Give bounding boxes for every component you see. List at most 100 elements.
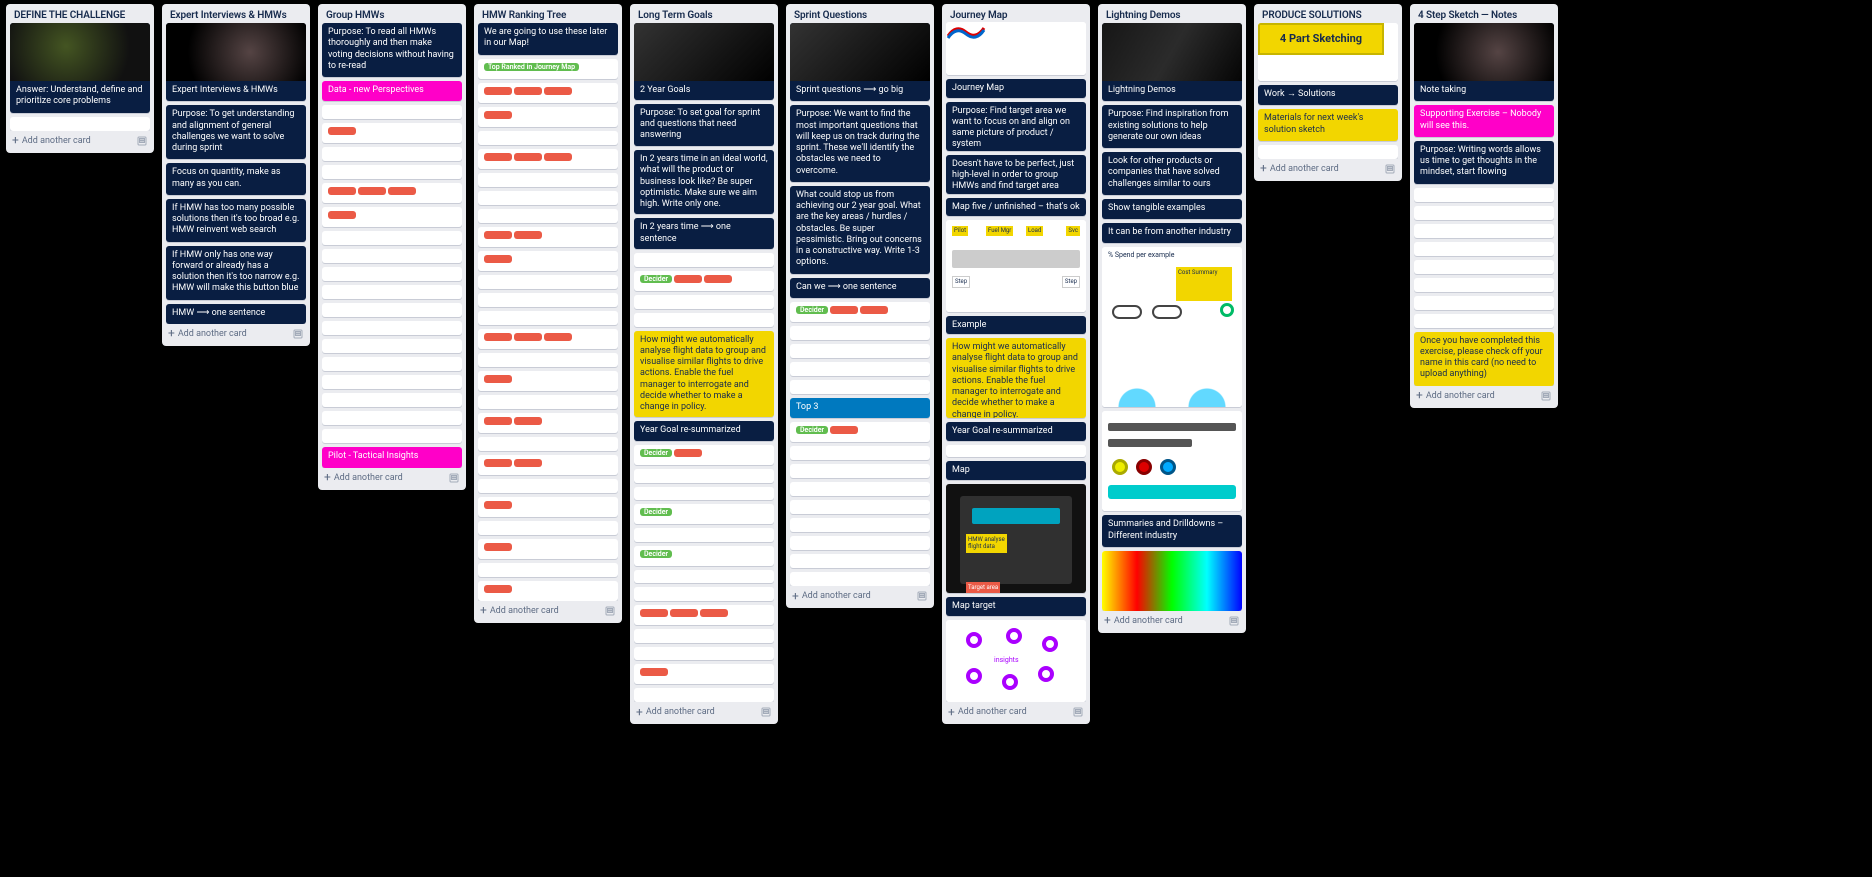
card[interactable]: Look for other products or companies tha… bbox=[1102, 152, 1242, 195]
add-card-button[interactable]: +Add another card bbox=[1416, 391, 1495, 401]
card[interactable]: Map five / unfinished – that's ok bbox=[946, 198, 1086, 216]
card[interactable] bbox=[478, 227, 618, 247]
card[interactable] bbox=[790, 380, 930, 394]
card[interactable] bbox=[1414, 278, 1554, 292]
card[interactable] bbox=[634, 295, 774, 309]
card[interactable] bbox=[478, 251, 618, 271]
card[interactable] bbox=[634, 647, 774, 661]
card[interactable] bbox=[10, 117, 150, 131]
list-title[interactable]: Group HMWs bbox=[318, 4, 466, 23]
card[interactable] bbox=[478, 497, 618, 517]
card[interactable]: In 2 years time in an ideal world, what … bbox=[634, 150, 774, 214]
card[interactable] bbox=[634, 528, 774, 542]
add-card-button[interactable]: +Add another card bbox=[324, 473, 403, 483]
card[interactable]: How might we automatically analyse fligh… bbox=[634, 331, 774, 417]
card[interactable]: insights bbox=[946, 620, 1086, 702]
card[interactable]: Data - new Perspectives bbox=[322, 81, 462, 101]
add-card-button[interactable]: +Add another card bbox=[1104, 616, 1183, 626]
card[interactable]: Answer: Understand, define and prioritiz… bbox=[10, 23, 150, 113]
card[interactable]: Top 3 bbox=[790, 398, 930, 418]
card[interactable] bbox=[790, 344, 930, 358]
card[interactable] bbox=[478, 83, 618, 103]
card[interactable] bbox=[634, 487, 774, 501]
card[interactable]: Year Goal re-summarized bbox=[634, 421, 774, 441]
card[interactable] bbox=[1258, 145, 1398, 159]
card[interactable]: Purpose: Writing words allows us time to… bbox=[1414, 141, 1554, 184]
card[interactable] bbox=[478, 413, 618, 433]
list-title[interactable]: Lightning Demos bbox=[1098, 4, 1246, 23]
card[interactable] bbox=[634, 587, 774, 601]
card[interactable]: Purpose: To get understanding and alignm… bbox=[166, 105, 306, 159]
card[interactable] bbox=[790, 536, 930, 550]
card[interactable] bbox=[790, 362, 930, 376]
card[interactable] bbox=[322, 267, 462, 281]
card[interactable] bbox=[322, 231, 462, 245]
card[interactable] bbox=[634, 664, 774, 684]
card[interactable]: We are going to use these later in our M… bbox=[478, 23, 618, 55]
card[interactable] bbox=[478, 539, 618, 559]
card[interactable]: Decider bbox=[790, 302, 930, 322]
card[interactable]: Purpose: We want to find the most import… bbox=[790, 105, 930, 182]
list-title[interactable]: Expert Interviews & HMWs bbox=[162, 4, 310, 23]
card[interactable] bbox=[478, 311, 618, 325]
card[interactable]: Note taking bbox=[1414, 23, 1554, 101]
card[interactable] bbox=[322, 249, 462, 263]
card[interactable] bbox=[322, 207, 462, 227]
card[interactable] bbox=[322, 339, 462, 353]
add-card-button[interactable]: +Add another card bbox=[948, 707, 1027, 717]
card[interactable] bbox=[322, 285, 462, 299]
card[interactable] bbox=[478, 131, 618, 145]
card[interactable]: Decider bbox=[634, 504, 774, 524]
card-template-icon[interactable] bbox=[604, 605, 616, 617]
card[interactable] bbox=[322, 321, 462, 335]
card[interactable]: Sprint questions ⟶ go big bbox=[790, 23, 930, 101]
list[interactable]: Group HMWsPurpose: To read all HMWs thor… bbox=[318, 4, 466, 490]
card[interactable]: Purpose: Find inspiration from existing … bbox=[1102, 105, 1242, 148]
card[interactable] bbox=[322, 123, 462, 143]
card[interactable] bbox=[478, 371, 618, 391]
list-title[interactable]: HMW Ranking Tree bbox=[474, 4, 622, 23]
card[interactable]: Work → Solutions bbox=[1258, 85, 1398, 105]
add-card-button[interactable]: +Add another card bbox=[636, 707, 715, 717]
card[interactable] bbox=[634, 570, 774, 584]
card[interactable] bbox=[634, 629, 774, 643]
list[interactable]: PRODUCE SOLUTIONS4 Part SketchingWork → … bbox=[1254, 4, 1402, 181]
card[interactable]: Top Ranked in Journey Map bbox=[478, 59, 618, 79]
card[interactable] bbox=[478, 353, 618, 367]
card[interactable] bbox=[1414, 224, 1554, 238]
card[interactable] bbox=[790, 446, 930, 460]
card[interactable] bbox=[478, 107, 618, 127]
add-card-button[interactable]: +Add another card bbox=[480, 606, 559, 616]
card-template-icon[interactable] bbox=[292, 328, 304, 340]
card[interactable]: Purpose: Find target area we want to foc… bbox=[946, 102, 1086, 151]
card[interactable]: Decider bbox=[634, 271, 774, 291]
card[interactable] bbox=[478, 563, 618, 577]
card-template-icon[interactable] bbox=[1540, 390, 1552, 402]
card-template-icon[interactable] bbox=[136, 135, 148, 147]
add-card-button[interactable]: +Add another card bbox=[1260, 164, 1339, 174]
list[interactable]: HMW Ranking TreeWe are going to use thes… bbox=[474, 4, 622, 623]
card[interactable] bbox=[1102, 411, 1242, 511]
card[interactable]: Example bbox=[946, 316, 1086, 334]
list-title[interactable]: 4 Step Sketch — Notes bbox=[1410, 4, 1558, 23]
list[interactable]: Lightning DemosLightning DemosPurpose: F… bbox=[1098, 4, 1246, 633]
card[interactable]: Doesn't have to be perfect, just high-le… bbox=[946, 155, 1086, 194]
card-template-icon[interactable] bbox=[760, 706, 772, 718]
card[interactable] bbox=[1414, 296, 1554, 310]
card[interactable] bbox=[478, 581, 618, 601]
card[interactable]: Map target bbox=[946, 597, 1086, 615]
card[interactable] bbox=[322, 165, 462, 179]
card[interactable]: HMW analyseflight dataTarget area bbox=[946, 484, 1086, 594]
card[interactable]: Once you have completed this exercise, p… bbox=[1414, 332, 1554, 386]
card[interactable]: Supporting Exercise – Nobody will see th… bbox=[1414, 105, 1554, 137]
card[interactable] bbox=[478, 395, 618, 409]
card[interactable] bbox=[322, 411, 462, 425]
card-template-icon[interactable] bbox=[1228, 615, 1240, 627]
card-template-icon[interactable] bbox=[916, 590, 928, 602]
card[interactable]: How might we automatically analyse fligh… bbox=[946, 338, 1086, 418]
card[interactable] bbox=[322, 375, 462, 389]
card[interactable] bbox=[634, 313, 774, 327]
card[interactable]: Decider bbox=[634, 546, 774, 566]
card[interactable]: Purpose: To set goal for sprint and ques… bbox=[634, 104, 774, 146]
card[interactable] bbox=[634, 688, 774, 702]
